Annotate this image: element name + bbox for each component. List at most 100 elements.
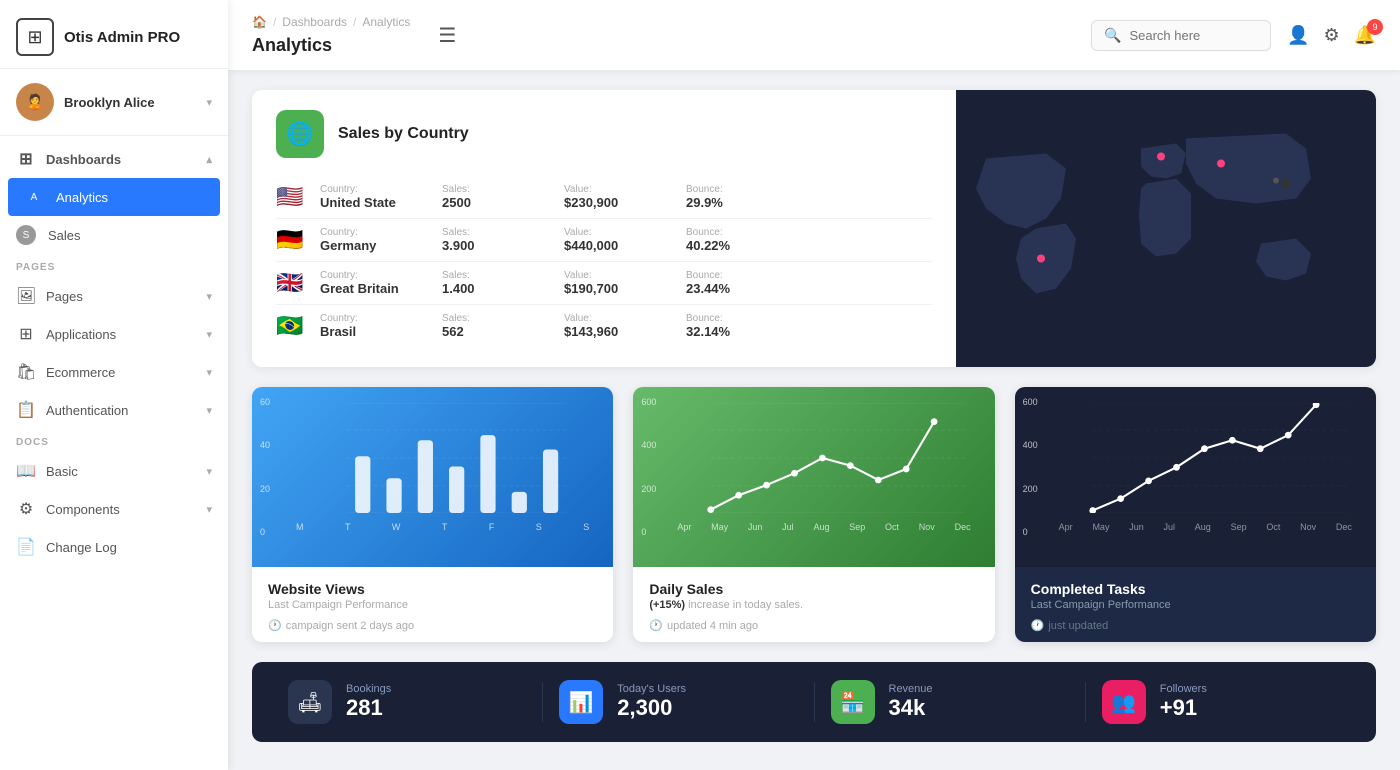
sidebar-item-label: Authentication [46,403,128,418]
chart-time: 🕐 just updated [1031,619,1360,632]
country-col: Country: Germany [320,227,410,253]
country-col: Country: Great Britain [320,270,410,296]
value-label: Value: [564,184,654,195]
chart-title: Website Views [268,581,597,597]
card-title: Sales by Country [338,125,469,143]
chevron-down-icon: ▴ [206,153,212,166]
table-row: 🇩🇪 Country: Germany Sales: 3.900 [276,219,932,262]
sales-by-country-card: 🌐 Sales by Country 🇺🇸 Country: United St… [252,90,1376,367]
avatar: 🙎 [16,83,54,121]
chart-footer: Completed Tasks Last Campaign Performanc… [1015,567,1376,642]
sales-col: Sales: 1.400 [442,270,532,296]
sidebar-item-ecommerce[interactable]: 🛍 Ecommerce ▾ [0,353,228,391]
sidebar-item-components[interactable]: ⚙ Components ▾ [0,490,228,528]
chart-title: Completed Tasks [1031,581,1360,597]
pages-icon: 🖼 [16,286,36,306]
analytics-badge: A [24,187,44,207]
daily-sales-chart: 600 400 200 0 [633,387,994,567]
page-title: Analytics [252,35,332,56]
stat-bookings: 🛋 Bookings 281 [272,680,542,724]
user-icon[interactable]: 👤 [1287,25,1309,46]
sidebar-item-changelog[interactable]: 📄 Change Log [0,528,228,566]
chevron-down-icon: ▾ [206,290,212,303]
chevron-down-icon: ▾ [206,404,212,417]
pages-section-label: PAGES [0,254,228,277]
chart-time: 🕐 updated 4 min ago [649,619,978,632]
sidebar-user[interactable]: 🙎 Brooklyn Alice ▾ [0,69,228,136]
content-area: 🌐 Sales by Country 🇺🇸 Country: United St… [228,70,1400,770]
sidebar-item-analytics[interactable]: A Analytics [8,178,220,216]
value-col: Value: $190,700 [564,270,654,296]
website-views-chart: 60 40 20 0 [252,387,613,567]
bounce-col: Bounce: 29.9% [686,184,776,210]
y-labels: 60 40 20 0 [260,397,270,537]
sidebar-item-sales[interactable]: S Sales [0,216,228,254]
bounce-col: Bounce: 32.14% [686,313,776,339]
chart-subtitle: Last Campaign Performance [1031,599,1360,611]
card-header: 🌐 Sales by Country [276,110,932,158]
stat-label: Revenue [889,683,933,695]
charts-row: 60 40 20 0 [252,387,1376,642]
changelog-icon: 📄 [16,537,36,557]
sidebar-item-label: Sales [48,228,81,243]
line-chart-svg [1055,403,1376,513]
flag-br: 🇧🇷 [276,313,308,339]
country-info: Country: United State Sales: 2500 Value:… [320,184,932,210]
chevron-down-icon: ▾ [206,328,212,341]
users-icon: 📊 [559,680,603,724]
country-info: Country: Germany Sales: 3.900 Value: $44… [320,227,932,253]
stat-value: 34k [889,695,933,721]
revenue-icon: 🏪 [831,680,875,724]
country-col: Country: United State [320,184,410,210]
table-row: 🇬🇧 Country: Great Britain Sales: 1.400 [276,262,932,305]
bounce-value: 29.9% [686,195,776,210]
stat-label: Bookings [346,683,391,695]
search-input[interactable] [1129,28,1249,43]
x-labels: AprMayJunJulAugSepOctNovDec [649,518,978,532]
chart-title: Daily Sales [649,581,978,597]
settings-icon[interactable]: ⚙ [1323,25,1339,46]
basic-icon: 📖 [16,461,36,481]
sidebar-item-dashboards[interactable]: ⊞ Dashboards ▴ [0,140,228,178]
country-col: Country: Brasil [320,313,410,339]
x-labels: AprMayJunJulAugSepOctNovDec [1031,518,1360,532]
country-info: Country: Brasil Sales: 562 Value: $143,9… [320,313,932,339]
daily-sales-card: 600 400 200 0 [633,387,994,642]
country-value: United State [320,195,410,210]
sidebar-item-applications[interactable]: ⊞ Applications ▾ [0,315,228,353]
completed-tasks-chart: 600 400 200 0 [1015,387,1376,567]
country-label: Country: [320,184,410,195]
home-icon: 🏠 [252,15,267,29]
sidebar-item-basic[interactable]: 📖 Basic ▾ [0,452,228,490]
country-table: 🇺🇸 Country: United State Sales: 2500 [276,176,932,347]
sidebar-item-pages[interactable]: 🖼 Pages ▾ [0,277,228,315]
dashboard-icon: ⊞ [16,149,36,169]
value-value: $230,900 [564,195,654,210]
clock-icon: 🕐 [649,619,663,632]
stat-revenue: 🏪 Revenue 34k [815,680,1085,724]
flag-de: 🇩🇪 [276,227,308,253]
components-icon: ⚙ [16,499,36,519]
chart-footer: Website Views Last Campaign Performance … [252,567,613,642]
sales-label: Sales: [442,184,532,195]
sales-col: Sales: 562 [442,313,532,339]
world-map-area [956,90,1376,367]
menu-toggle[interactable]: ☰ [438,23,456,48]
sidebar-item-authentication[interactable]: 📋 Authentication ▾ [0,391,228,429]
notification-icon[interactable]: 🔔 9 [1354,25,1376,46]
sidebar-item-label: Components [46,502,120,517]
bounce-col: Bounce: 40.22% [686,227,776,253]
sidebar-item-label: Applications [46,327,116,342]
search-box[interactable]: 🔍 [1091,20,1271,51]
website-views-card: 60 40 20 0 [252,387,613,642]
stat-label: Followers [1160,683,1207,695]
world-map-svg [956,90,1376,367]
y-labels: 600 400 200 0 [641,397,656,537]
sidebar-item-label: Change Log [46,540,117,555]
sales-badge: S [16,225,36,245]
sidebar-item-label: Analytics [56,190,108,205]
stat-label: Today's Users [617,683,686,695]
chevron-down-icon: ▾ [206,503,212,516]
stat-info: Today's Users 2,300 [617,683,686,721]
bar-chart-svg [292,403,613,513]
